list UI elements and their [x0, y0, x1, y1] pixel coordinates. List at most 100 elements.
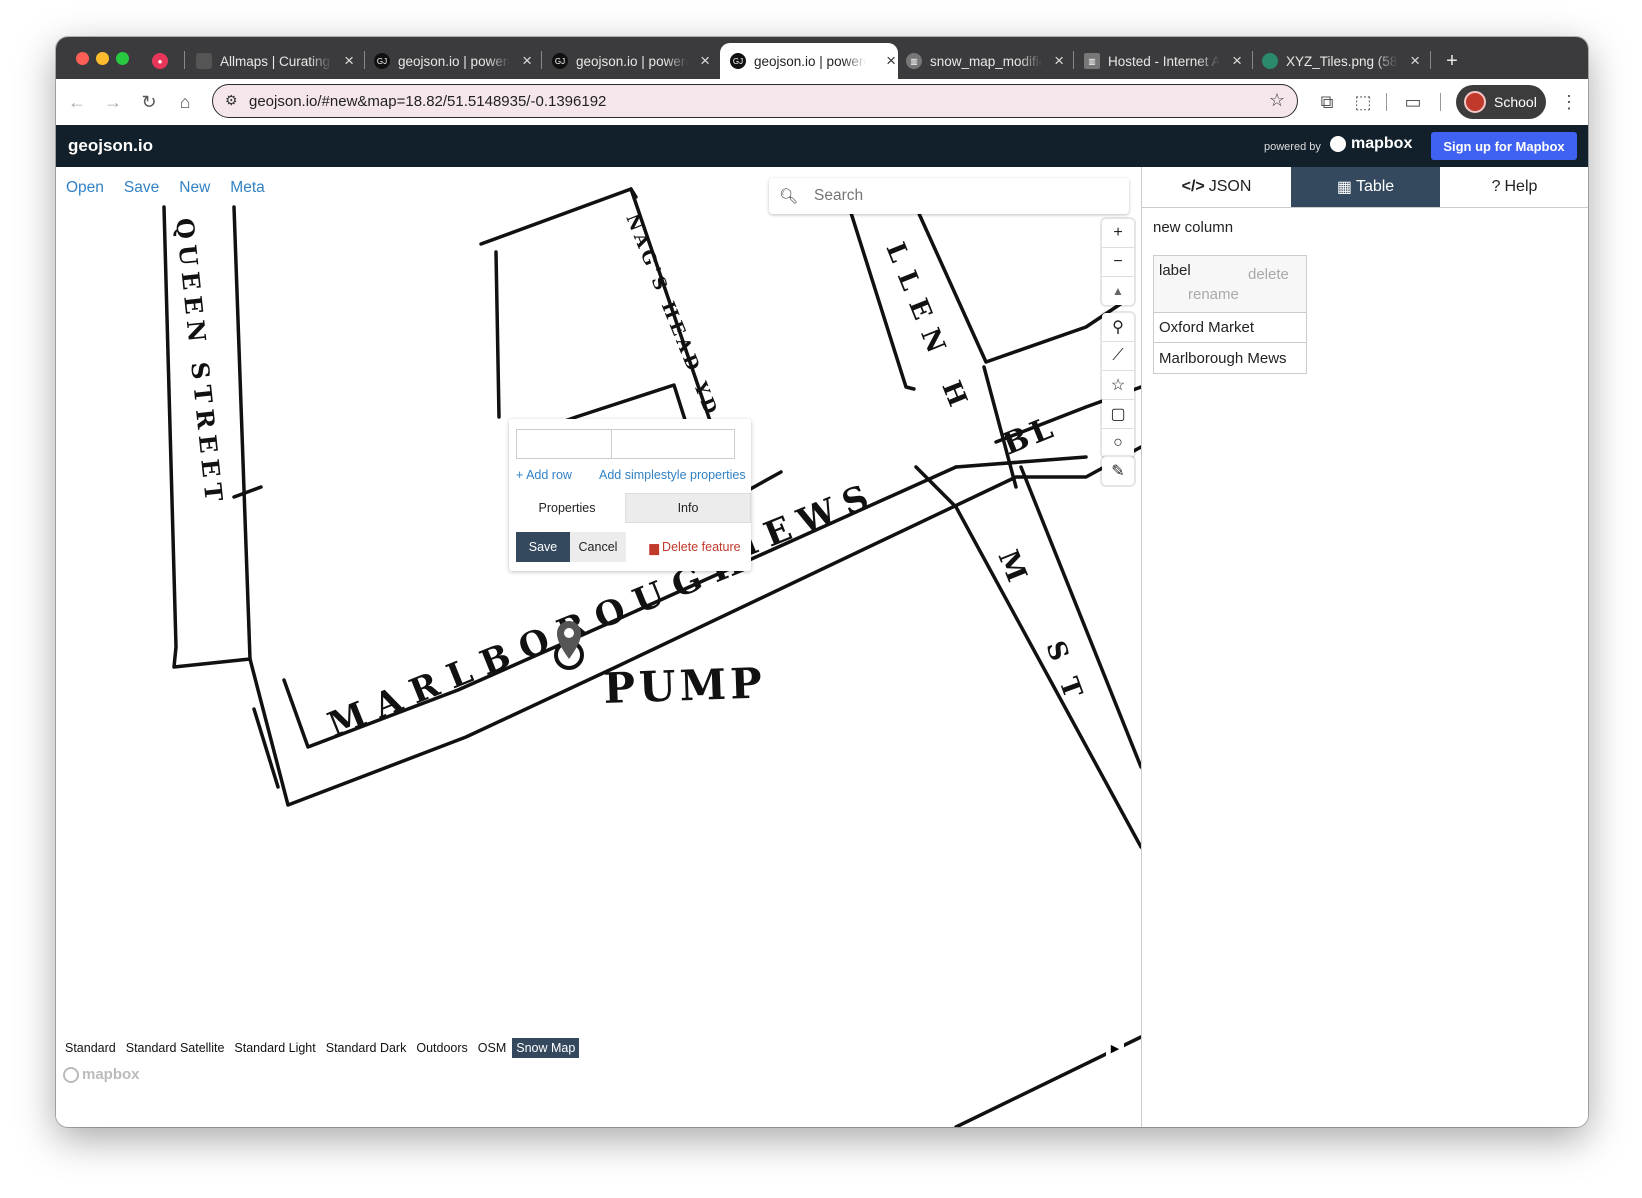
style-standard-light[interactable]: Standard Light: [230, 1038, 319, 1058]
tab-properties[interactable]: Properties: [509, 493, 625, 523]
map-label-pump: PUMP: [603, 658, 767, 713]
mapbox-watermark: mapbox: [63, 1066, 140, 1083]
tab-json[interactable]: </> JSON: [1142, 167, 1291, 207]
edit-icon[interactable]: ✎: [1102, 457, 1134, 485]
collapse-pane-icon[interactable]: ▶: [1106, 1036, 1124, 1060]
menu-save[interactable]: Save: [124, 179, 159, 197]
forward-button[interactable]: →: [100, 89, 126, 115]
close-tab-icon[interactable]: ×: [522, 51, 534, 71]
cast-icon[interactable]: ▭: [1400, 89, 1426, 115]
menu-meta[interactable]: Meta: [230, 179, 264, 197]
property-key-input[interactable]: [516, 429, 612, 459]
new-column-button[interactable]: new column: [1153, 219, 1233, 236]
save-button[interactable]: Save: [516, 532, 570, 562]
add-simplestyle-link[interactable]: Add simplestyle properties: [599, 468, 746, 482]
tab-allmaps[interactable]: Allmaps | Curating, g ×: [196, 43, 356, 79]
table-icon: ▦: [1336, 179, 1352, 196]
delete-feature-button[interactable]: ▆ Delete feature: [645, 532, 745, 562]
close-tab-icon[interactable]: ×: [886, 51, 898, 71]
close-tab-icon[interactable]: ×: [1232, 51, 1244, 71]
geojson-icon: GJ: [552, 53, 568, 69]
extensions-icon[interactable]: ⬚: [1350, 89, 1376, 115]
compass-button[interactable]: ▲: [1102, 277, 1134, 305]
draw-polygon-icon[interactable]: ☆: [1102, 371, 1134, 400]
menu-open[interactable]: Open: [66, 179, 104, 197]
zoom-out-button[interactable]: −: [1102, 248, 1134, 277]
map-canvas[interactable]: QUEEN STREET NAG'S HEAD YD MEWS MARLBORO…: [56, 167, 1141, 1127]
map-label-bl: BL: [998, 410, 1062, 463]
minimize-window-button[interactable]: [96, 52, 109, 65]
zoom-in-button[interactable]: +: [1102, 219, 1134, 248]
close-tab-icon[interactable]: ×: [700, 51, 712, 71]
table-row[interactable]: Marlborough Mews: [1154, 343, 1306, 373]
style-standard[interactable]: Standard: [61, 1038, 120, 1058]
allmaps-icon: [196, 53, 212, 69]
tab-record[interactable]: ●: [152, 43, 176, 79]
search-box: 🔍︎: [769, 178, 1129, 214]
tab-table[interactable]: ▦ Table: [1291, 167, 1440, 207]
map-label-nags-head: NAG'S HEAD YD: [621, 211, 722, 421]
draw-circle-icon[interactable]: ○: [1102, 429, 1134, 457]
powered-by-text: powered by: [1264, 141, 1321, 153]
maximize-window-button[interactable]: [116, 52, 129, 65]
style-standard-satellite[interactable]: Standard Satellite: [122, 1038, 229, 1058]
site-settings-icon[interactable]: ⚙: [225, 92, 238, 109]
app-header: geojson.io powered by mapbox Sign up for…: [56, 125, 1588, 167]
mapbox-logo[interactable]: mapbox: [1330, 135, 1412, 153]
tab-geojson-2[interactable]: GJ geojson.io | powered ×: [552, 43, 712, 79]
avatar: [1464, 91, 1486, 113]
close-tab-icon[interactable]: ×: [344, 51, 356, 71]
edit-controls: ✎: [1102, 457, 1134, 485]
signup-button[interactable]: Sign up for Mapbox: [1431, 132, 1577, 160]
delete-column-button[interactable]: delete: [1248, 266, 1289, 283]
tab-geojson-active[interactable]: GJ geojson.io | powered ×: [720, 43, 898, 79]
style-outdoors[interactable]: Outdoors: [412, 1038, 471, 1058]
close-tab-icon[interactable]: ×: [1410, 51, 1422, 71]
draw-line-icon[interactable]: ⟋: [1102, 342, 1134, 371]
add-row-link[interactable]: + Add row: [516, 468, 572, 482]
bookmark-star-icon[interactable]: ☆: [1269, 90, 1285, 111]
column-header: label delete rename: [1154, 256, 1306, 313]
home-button[interactable]: ⌂: [172, 89, 198, 115]
style-snow-map[interactable]: Snow Map: [512, 1038, 580, 1058]
menu-new[interactable]: New: [179, 179, 210, 197]
basemap-switcher: Standard Standard Satellite Standard Lig…: [61, 1038, 581, 1058]
map-label-queen-street: QUEEN STREET: [170, 217, 229, 509]
new-tab-button[interactable]: +: [1440, 43, 1464, 79]
tab-xyz-tiles[interactable]: XYZ_Tiles.png (585 ×: [1262, 43, 1422, 79]
style-osm[interactable]: OSM: [474, 1038, 510, 1058]
tab-help[interactable]: ? Help: [1440, 167, 1588, 207]
tab-geojson-1[interactable]: GJ geojson.io | powered ×: [374, 43, 534, 79]
address-bar[interactable]: ⚙ geojson.io/#new&map=18.82/51.5148935/-…: [212, 84, 1298, 118]
back-button[interactable]: ←: [64, 89, 90, 115]
image-icon: [1262, 53, 1278, 69]
rename-column-button[interactable]: rename: [1188, 286, 1239, 303]
menu-kebab-icon[interactable]: ⋮: [1556, 89, 1582, 115]
reload-button[interactable]: ↻: [136, 89, 162, 115]
tab-snow-map[interactable]: ▥ snow_map_modified ×: [906, 43, 1066, 79]
profile-button[interactable]: School: [1456, 85, 1546, 119]
brand-logo[interactable]: geojson.io: [68, 136, 153, 156]
style-standard-dark[interactable]: Standard Dark: [322, 1038, 411, 1058]
draw-point-icon[interactable]: ⚲: [1102, 313, 1134, 342]
property-value-input[interactable]: [611, 429, 735, 459]
pane-tabs: </> JSON ▦ Table ? Help: [1142, 167, 1588, 208]
cancel-button[interactable]: Cancel: [570, 532, 626, 562]
archive-icon: ▥: [1084, 53, 1100, 69]
translate-icon[interactable]: ⧉: [1314, 89, 1340, 115]
record-icon: ●: [152, 53, 168, 69]
file-menu: Open Save New Meta: [66, 179, 265, 197]
trash-icon: ▆: [649, 540, 660, 555]
close-tab-icon[interactable]: ×: [1054, 51, 1066, 71]
geojson-icon: GJ: [374, 53, 390, 69]
mapbox-icon: [1330, 136, 1346, 152]
draw-rectangle-icon[interactable]: ▢: [1102, 400, 1134, 429]
search-input[interactable]: [812, 186, 1117, 206]
map-label-m: M: [992, 545, 1034, 586]
tab-info[interactable]: Info: [625, 493, 751, 523]
table-row[interactable]: Oxford Market: [1154, 313, 1306, 343]
feature-popup: + Add row Add simplestyle properties Pro…: [509, 419, 751, 571]
tab-internet-archive[interactable]: ▥ Hosted - Internet Ar ×: [1084, 43, 1244, 79]
question-icon: ?: [1491, 178, 1501, 195]
close-window-button[interactable]: [76, 52, 89, 65]
